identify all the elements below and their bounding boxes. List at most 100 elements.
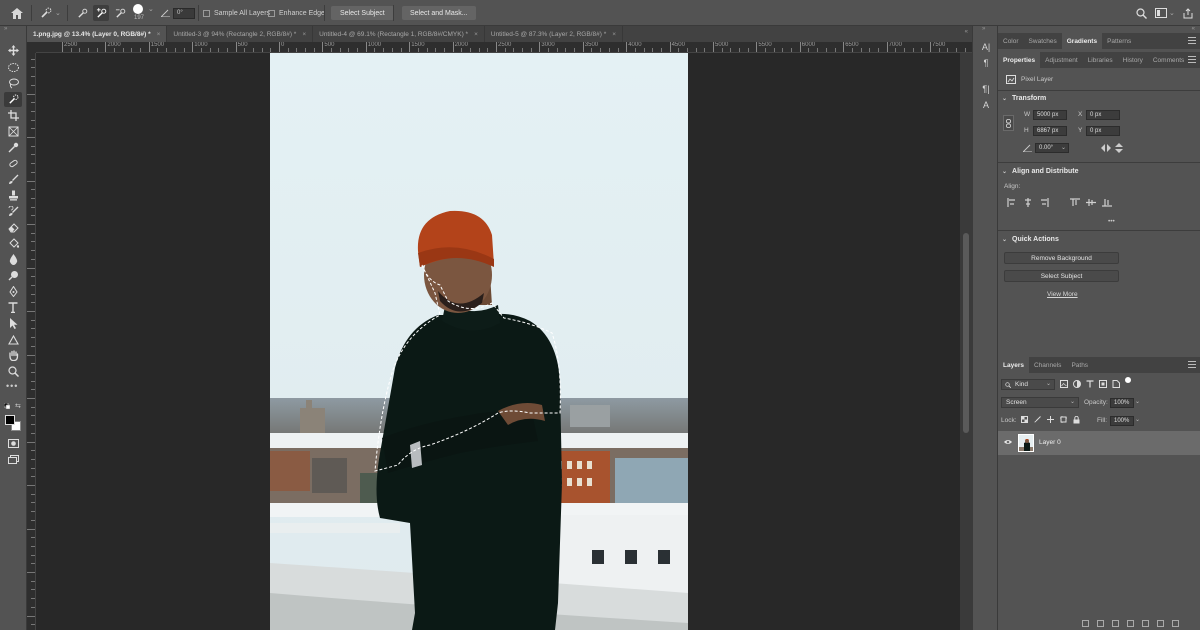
tool-preset-picker[interactable]: ⌄ xyxy=(38,0,61,26)
y-field[interactable]: 0 px xyxy=(1086,126,1120,136)
quick-mask-button[interactable] xyxy=(4,436,22,451)
lasso-tool[interactable] xyxy=(4,76,22,91)
add-to-selection-button[interactable] xyxy=(93,5,109,21)
opacity-field[interactable]: 100% xyxy=(1110,398,1134,408)
filter-toggle-icon[interactable] xyxy=(1125,377,1131,383)
paint-bucket-tool[interactable] xyxy=(4,236,22,251)
lock-position-icon[interactable] xyxy=(1047,416,1054,423)
height-field[interactable]: 6867 px xyxy=(1033,126,1067,136)
document-tab[interactable]: 1.png.jpg @ 13.4% (Layer 0, RGB/8#) * × xyxy=(27,26,168,42)
quick-actions-section-toggle[interactable]: ⌄ Quick Actions xyxy=(1002,236,1059,243)
new-group-icon[interactable] xyxy=(1142,620,1149,627)
panel-menu-icon[interactable] xyxy=(1188,37,1196,44)
tab-patterns[interactable]: Patterns xyxy=(1102,33,1136,49)
type-filter-icon[interactable] xyxy=(1086,380,1094,388)
history-brush-tool[interactable] xyxy=(4,204,22,219)
collapse-icon[interactable]: « xyxy=(965,29,968,35)
align-left-edges-icon[interactable] xyxy=(1007,198,1017,207)
search-button[interactable] xyxy=(1136,0,1147,26)
document-image[interactable] xyxy=(270,53,688,630)
new-selection-button[interactable] xyxy=(74,5,90,21)
layer-name[interactable]: Layer 0 xyxy=(1039,439,1061,446)
angle-field[interactable]: 0° xyxy=(173,7,195,19)
tab-color[interactable]: Color xyxy=(998,33,1024,49)
enhance-edge-checkbox[interactable]: Enhance Edge xyxy=(268,0,325,26)
select-subject-quick-button[interactable]: Select Subject xyxy=(1004,270,1119,282)
blend-mode-select[interactable]: Screen ⌄ xyxy=(1001,397,1079,408)
pixel-filter-icon[interactable] xyxy=(1060,380,1068,388)
subtract-from-selection-button[interactable] xyxy=(112,5,128,21)
panel-menu-icon[interactable] xyxy=(1188,361,1196,368)
screen-mode-button[interactable] xyxy=(4,452,22,467)
lock-transparent-icon[interactable] xyxy=(1021,416,1028,423)
select-and-mask-button[interactable]: Select and Mask... xyxy=(402,6,476,20)
new-layer-icon[interactable] xyxy=(1157,620,1164,627)
x-field[interactable]: 0 px xyxy=(1086,110,1120,120)
marquee-tool[interactable] xyxy=(4,60,22,75)
blur-tool[interactable] xyxy=(4,252,22,267)
toolbar-collapse-icon[interactable]: » xyxy=(4,26,7,32)
close-icon[interactable]: × xyxy=(157,31,161,38)
tab-comments[interactable]: Comments xyxy=(1148,52,1189,68)
crop-tool[interactable] xyxy=(4,108,22,123)
rotation-field[interactable]: 0.00° ⌄ xyxy=(1035,143,1069,153)
swap-colors-icon[interactable]: ⇆ xyxy=(15,402,21,410)
close-icon[interactable]: × xyxy=(612,31,616,38)
vertical-ruler[interactable] xyxy=(27,42,36,630)
pen-tool[interactable] xyxy=(4,284,22,299)
brush-tool[interactable] xyxy=(4,172,22,187)
eyedropper-tool[interactable] xyxy=(4,140,22,155)
path-selection-tool[interactable] xyxy=(4,316,22,331)
canvas-area[interactable] xyxy=(36,53,960,630)
tab-libraries[interactable]: Libraries xyxy=(1083,52,1118,68)
tab-properties[interactable]: Properties xyxy=(998,52,1041,68)
layer-filter-kind[interactable]: Kind ⌄ xyxy=(1001,379,1055,390)
document-tab[interactable]: Untitled-4 @ 69.1% (Rectangle 1, RGB/8#/… xyxy=(313,26,485,42)
flip-vertical-button[interactable] xyxy=(1115,143,1123,155)
zoom-tool[interactable] xyxy=(4,364,22,379)
tab-layers[interactable]: Layers xyxy=(998,357,1029,373)
frame-tool[interactable] xyxy=(4,124,22,139)
align-section-toggle[interactable]: ⌄ Align and Distribute xyxy=(1002,168,1079,175)
tab-paths[interactable]: Paths xyxy=(1066,357,1093,373)
character-styles-button[interactable]: A xyxy=(978,98,994,112)
clone-stamp-tool[interactable] xyxy=(4,188,22,203)
link-dimensions-button[interactable] xyxy=(1003,115,1014,131)
more-align-options-button[interactable]: ••• xyxy=(1108,218,1115,225)
layer-row[interactable]: Layer 0 xyxy=(998,431,1200,455)
character-panel-button[interactable]: A| xyxy=(978,40,994,54)
ruler-origin[interactable] xyxy=(27,42,36,53)
collapse-icon[interactable]: « xyxy=(1192,26,1195,32)
move-tool[interactable] xyxy=(4,43,22,58)
paragraph-styles-button[interactable]: ¶| xyxy=(978,82,994,96)
home-button[interactable] xyxy=(6,0,28,26)
align-horizontal-centers-icon[interactable] xyxy=(1023,198,1033,207)
type-tool[interactable] xyxy=(4,300,22,315)
lock-pixels-icon[interactable] xyxy=(1034,416,1041,423)
align-vertical-centers-icon[interactable] xyxy=(1086,198,1096,207)
tab-adjustment[interactable]: Adjustment xyxy=(1040,52,1083,68)
align-right-edges-icon[interactable] xyxy=(1039,198,1049,207)
flip-horizontal-button[interactable] xyxy=(1101,144,1111,154)
document-tab[interactable]: Untitled-5 @ 87.3% (Layer 2, RGB/8#) * × xyxy=(485,26,624,42)
shape-tool[interactable] xyxy=(4,332,22,347)
tab-channels[interactable]: Channels xyxy=(1029,357,1066,373)
add-mask-icon[interactable] xyxy=(1112,620,1119,627)
tab-swatches[interactable]: Swatches xyxy=(1024,33,1062,49)
dodge-tool[interactable] xyxy=(4,268,22,283)
align-bottom-edges-icon[interactable] xyxy=(1102,198,1112,207)
transform-section-toggle[interactable]: ⌄ Transform xyxy=(1002,95,1046,102)
edit-toolbar-button[interactable]: ••• xyxy=(6,381,18,391)
remove-background-button[interactable]: Remove Background xyxy=(1004,252,1119,264)
link-layers-icon[interactable] xyxy=(1082,620,1089,627)
close-icon[interactable]: × xyxy=(474,31,478,38)
vertical-scrollbar[interactable] xyxy=(960,53,972,630)
hand-tool[interactable] xyxy=(4,348,22,363)
tab-gradients[interactable]: Gradients xyxy=(1061,33,1103,49)
document-tab[interactable]: Untitled-3 @ 94% (Rectangle 2, RGB/8#) *… xyxy=(167,26,314,42)
panel-menu-icon[interactable] xyxy=(1188,56,1196,63)
align-top-edges-icon[interactable] xyxy=(1070,198,1080,207)
shape-filter-icon[interactable] xyxy=(1099,380,1107,388)
width-field[interactable]: 5000 px xyxy=(1033,110,1067,120)
lock-all-icon[interactable] xyxy=(1073,416,1080,424)
